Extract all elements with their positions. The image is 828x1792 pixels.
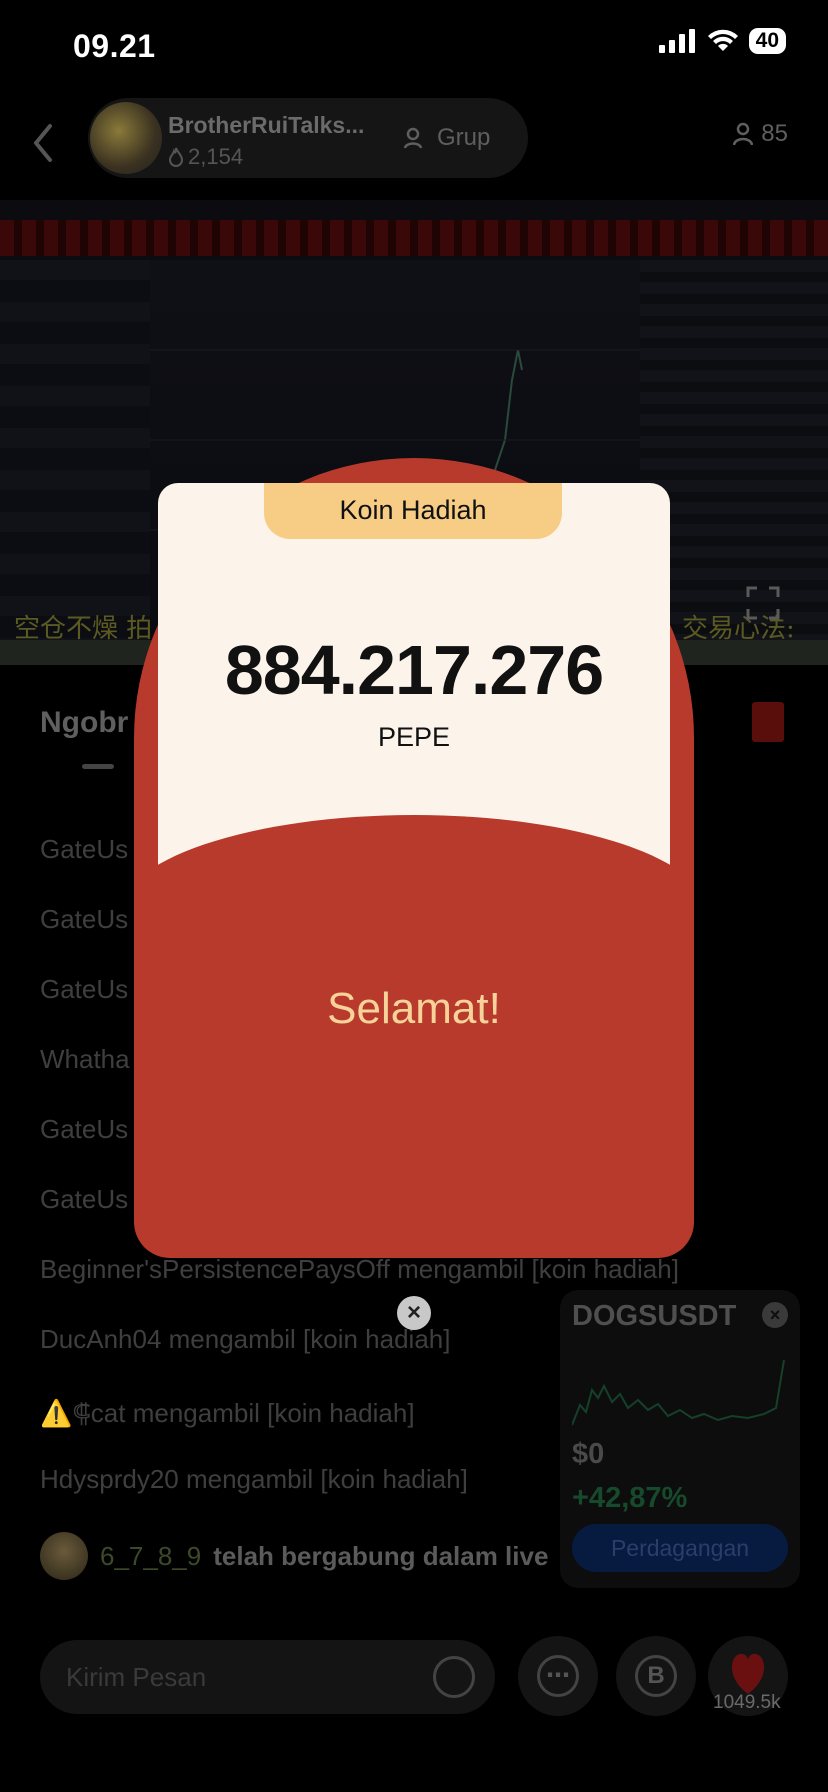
- more-button[interactable]: ⋯: [518, 1636, 598, 1716]
- chat-message: GateUs: [40, 904, 129, 934]
- host-avatar[interactable]: [90, 102, 162, 174]
- tab-underline: [82, 764, 114, 769]
- video-banner: [0, 220, 828, 256]
- ticker-change: +42,87%: [572, 1482, 688, 1514]
- chat-message: GateUs: [40, 1184, 129, 1214]
- group-label: Grup: [437, 124, 491, 151]
- ticker-sparkline: [572, 1359, 785, 1426]
- reward-card-curve: [158, 815, 670, 867]
- stream-header: BrotherRuiTalks... 2,154 Grup 85: [0, 90, 828, 200]
- chat-message: GateUs: [40, 834, 129, 864]
- video-watchlist-panel: [0, 260, 150, 640]
- bitcoin-icon: B: [635, 1655, 677, 1697]
- battery-icon: 40: [748, 28, 786, 54]
- join-user-name: 6_7_8_9: [100, 1540, 202, 1571]
- join-user-avatar: [40, 1532, 88, 1580]
- group-button[interactable]: Grup: [403, 124, 490, 152]
- fullscreen-icon[interactable]: [746, 586, 780, 620]
- emoji-icon[interactable]: [433, 1656, 475, 1698]
- wifi-icon: [707, 29, 738, 51]
- reward-title-tab: Koin Hadiah: [264, 483, 562, 539]
- person-icon: [733, 122, 754, 146]
- viewer-count[interactable]: 85: [733, 120, 788, 148]
- host-name: BrotherRuiTalks...: [168, 112, 365, 138]
- reward-amount: 884.217.276: [224, 631, 604, 709]
- group-icon: [403, 127, 423, 149]
- ticker-price: $0: [572, 1438, 605, 1470]
- red-envelope-icon[interactable]: [752, 702, 784, 742]
- tab-chat[interactable]: Ngobr: [40, 706, 128, 740]
- viewer-count-value: 85: [761, 120, 788, 147]
- back-arrow-icon[interactable]: [28, 120, 58, 166]
- ticker-card[interactable]: DOGSUSDT × $0 +42,87% Perdagangan: [560, 1290, 800, 1588]
- join-notice: 6_7_8_9 telah bergabung dalam live: [40, 1532, 548, 1580]
- reward-coin: PEPE: [377, 722, 451, 752]
- status-time: 09.21: [73, 28, 156, 64]
- status-icons: 40: [658, 28, 786, 54]
- more-dots-icon: ⋯: [537, 1655, 579, 1697]
- ticker-close-icon[interactable]: ×: [762, 1302, 788, 1328]
- message-input[interactable]: Kirim Pesan: [40, 1640, 495, 1714]
- chat-message: GateUs: [40, 1114, 129, 1144]
- host-likes: 2,154: [168, 144, 243, 170]
- like-count: 1049.5k: [713, 1692, 781, 1713]
- chat-message: DucAnh04 mengambil [koin hadiah]: [40, 1324, 451, 1354]
- join-text: telah bergabung dalam live: [213, 1540, 549, 1571]
- signal-icon: [658, 29, 695, 53]
- status-bar: 09.21 40: [0, 0, 828, 90]
- chat-message: Whatha: [40, 1044, 130, 1074]
- chat-message: ⚠️⸿cat mengambil [koin hadiah]: [40, 1398, 415, 1428]
- reward-title: Koin Hadiah: [339, 495, 487, 525]
- reward-message: Selamat!: [327, 984, 501, 1033]
- host-likes-count: 2,154: [188, 144, 244, 169]
- host-info[interactable]: BrotherRuiTalks... 2,154 Grup: [88, 98, 528, 178]
- close-icon[interactable]: ×: [397, 1296, 431, 1330]
- chat-message: GateUs: [40, 974, 129, 1004]
- chat-message: Hdysprdy20 mengambil [koin hadiah]: [40, 1464, 468, 1494]
- message-placeholder: Kirim Pesan: [66, 1662, 207, 1692]
- chat-message: Beginner'sPersistencePaysOff mengambil […: [40, 1254, 679, 1284]
- trade-button[interactable]: Perdagangan: [572, 1524, 788, 1572]
- flame-icon: [168, 147, 184, 167]
- ticker-symbol: DOGSUSDT: [572, 1300, 737, 1332]
- bitcoin-button[interactable]: B: [616, 1636, 696, 1716]
